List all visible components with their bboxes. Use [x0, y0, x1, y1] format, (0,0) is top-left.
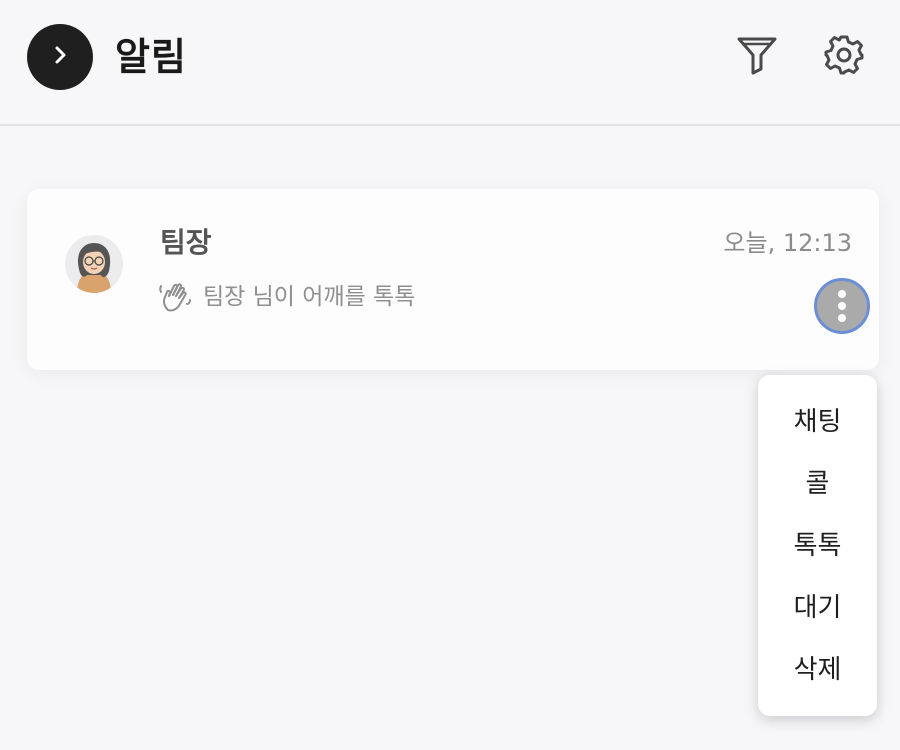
more-vertical-icon-dot [838, 314, 846, 322]
waving-hand-icon [157, 279, 193, 315]
filter-button[interactable] [734, 34, 780, 80]
more-vertical-icon [838, 290, 846, 298]
more-options-button[interactable] [814, 278, 870, 334]
notification-time: 오늘, 12:13 [723, 229, 852, 257]
gear-icon [822, 33, 866, 81]
settings-button[interactable] [821, 34, 867, 80]
page-title: 알림 [115, 35, 187, 79]
menu-item-call[interactable]: 콜 [758, 453, 877, 515]
menu-item-wait[interactable]: 대기 [758, 577, 877, 639]
notification-card[interactable]: 팀장 오늘, 12:13 팀장 님이 어깨를 톡톡 [27, 189, 879, 370]
filter-icon [735, 33, 779, 81]
message-text: 팀장 님이 어깨를 톡톡 [203, 284, 416, 310]
sender-name: 팀장 [160, 226, 212, 259]
avatar [65, 235, 123, 293]
more-vertical-icon-dot [838, 302, 846, 310]
chevron-right-icon [49, 44, 71, 70]
app-header: 알림 [0, 0, 900, 126]
context-menu: 채팅 콜 톡톡 대기 삭제 [758, 375, 877, 716]
back-button[interactable] [27, 24, 93, 90]
menu-item-delete[interactable]: 삭제 [758, 639, 877, 701]
notification-message: 팀장 님이 어깨를 톡톡 [157, 279, 415, 315]
menu-item-chat[interactable]: 채팅 [758, 391, 877, 453]
menu-item-tap[interactable]: 톡톡 [758, 515, 877, 577]
